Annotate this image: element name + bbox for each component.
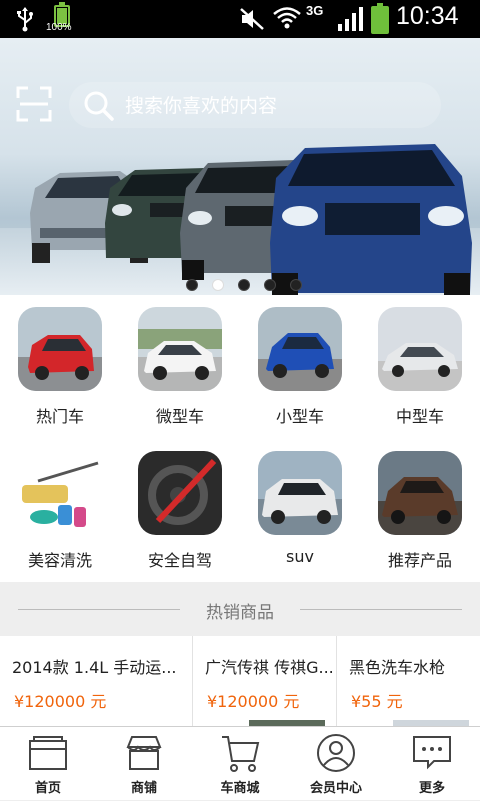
- tab-car-mall[interactable]: 车商城: [192, 727, 288, 801]
- category-image: [138, 451, 222, 535]
- category-grid: 热门车 微型车 小型车 中型车 美容清洗 安全自驾 suv 推荐产品: [0, 295, 480, 582]
- category-mini-cars[interactable]: 微型车: [120, 295, 240, 435]
- carousel-dot-active[interactable]: [212, 279, 224, 291]
- category-image: [18, 307, 102, 391]
- user-icon: [317, 734, 355, 772]
- tab-more[interactable]: 更多: [384, 727, 480, 801]
- tab-label: 更多: [418, 781, 445, 796]
- product-name: 2014款 1.4L 手动运...: [12, 658, 177, 677]
- signal-icon: [338, 7, 363, 31]
- category-car-wash[interactable]: 美容清洗: [0, 439, 120, 579]
- product-card[interactable]: 2014款 1.4L 手动运... ¥120000 元: [0, 636, 192, 726]
- mute-icon: [240, 8, 264, 30]
- usb-icon: [17, 7, 33, 32]
- scan-icon[interactable]: [16, 86, 52, 122]
- product-price: ¥55 元: [351, 692, 403, 711]
- category-label: 安全自驾: [147, 551, 212, 570]
- category-image: [378, 451, 462, 535]
- category-label: 小型车: [275, 407, 324, 426]
- tab-label: 商铺: [130, 781, 157, 796]
- category-label: 微型车: [155, 407, 204, 426]
- section-title: 热销商品: [206, 603, 274, 623]
- search-icon: [84, 91, 114, 121]
- product-card[interactable]: 广汽传祺 传祺G... ¥120000 元: [193, 636, 336, 726]
- clock: 10:34: [396, 2, 459, 30]
- product-price: ¥120000 元: [207, 692, 300, 711]
- product-price: ¥120000 元: [14, 692, 107, 711]
- banner-carousel[interactable]: 搜索你喜欢的内容: [0, 38, 480, 295]
- tab-label: 车商城: [220, 781, 260, 796]
- category-suv[interactable]: suv: [240, 439, 360, 579]
- tab-member-center[interactable]: 会员中心: [288, 727, 384, 801]
- battery-percent: 100%: [46, 22, 72, 33]
- category-image: [258, 307, 342, 391]
- tab-shops[interactable]: 商铺: [96, 727, 192, 801]
- category-safe-driving[interactable]: 安全自驾: [120, 439, 240, 579]
- category-label: 美容清洗: [27, 551, 92, 570]
- more-icon: [413, 736, 451, 770]
- category-label: 推荐产品: [387, 551, 452, 570]
- category-image: [18, 451, 102, 535]
- category-small-cars[interactable]: 小型车: [240, 295, 360, 435]
- search-input[interactable]: 搜索你喜欢的内容: [125, 91, 277, 118]
- wifi-icon: [273, 7, 301, 29]
- product-card[interactable]: 黑色洗车水枪 ¥55 元: [337, 636, 480, 726]
- category-hot-cars[interactable]: 热门车: [0, 295, 120, 435]
- battery-icon: [371, 3, 389, 34]
- category-mid-cars[interactable]: 中型车: [360, 295, 480, 435]
- tab-label: 首页: [34, 781, 61, 796]
- carousel-dot[interactable]: [264, 279, 276, 291]
- carousel-dot[interactable]: [186, 279, 198, 291]
- carousel-dot[interactable]: [290, 279, 302, 291]
- product-name: 广汽传祺 传祺G...: [205, 658, 334, 677]
- category-image: [138, 307, 222, 391]
- home-icon: [29, 736, 67, 770]
- product-name: 黑色洗车水枪: [349, 658, 446, 677]
- bottom-tab-bar: 首页 商铺 车商城 会员中心 更多: [0, 726, 480, 800]
- tab-home[interactable]: 首页: [0, 727, 96, 801]
- search-bar[interactable]: 搜索你喜欢的内容: [69, 82, 441, 128]
- hot-products-header: 热销商品: [0, 582, 480, 636]
- status-bar: 100% 3G 10:34: [0, 0, 480, 38]
- category-label: suv: [286, 547, 314, 566]
- shop-icon: [126, 736, 162, 770]
- category-image: [258, 451, 342, 535]
- category-recommended[interactable]: 推荐产品: [360, 439, 480, 579]
- banner-cars-image: [30, 144, 472, 295]
- network-type: 3G: [306, 3, 324, 18]
- category-label: 中型车: [395, 407, 444, 426]
- cart-icon: [222, 736, 260, 772]
- product-list: 2014款 1.4L 手动运... ¥120000 元 广汽传祺 传祺G... …: [0, 636, 480, 726]
- category-label: 热门车: [35, 407, 84, 426]
- carousel-dot[interactable]: [238, 279, 250, 291]
- category-image: [378, 307, 462, 391]
- tab-label: 会员中心: [309, 781, 362, 796]
